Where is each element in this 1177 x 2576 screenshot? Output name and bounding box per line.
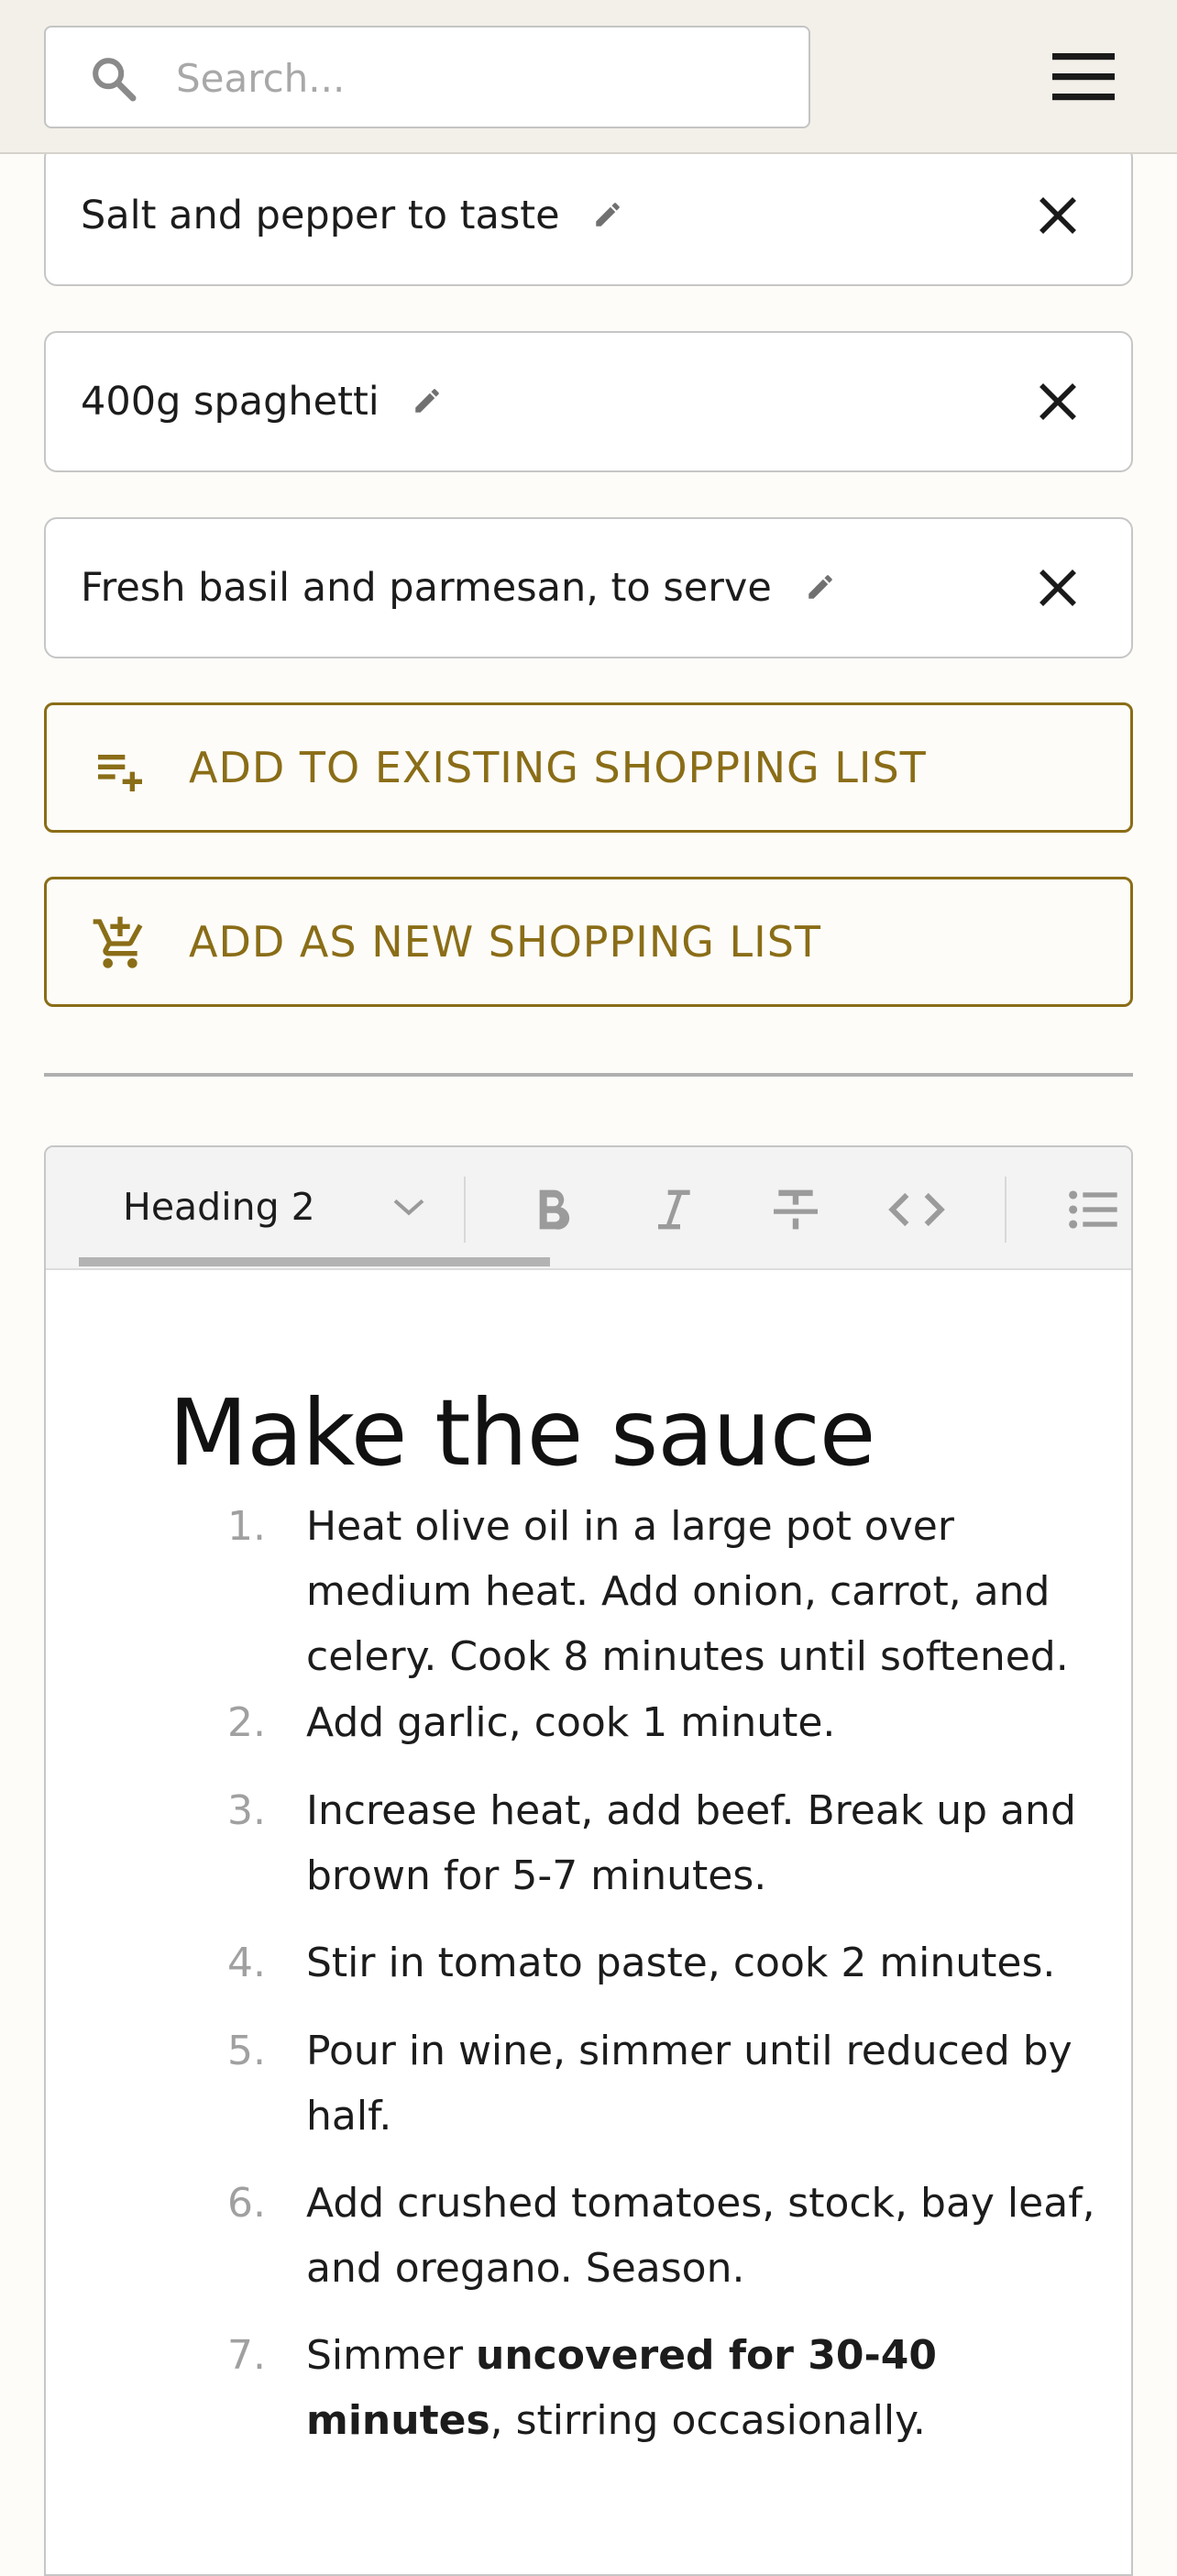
block-select-underline	[79, 1257, 550, 1266]
remove-ingredient-close-icon[interactable]	[1036, 193, 1080, 238]
add-to-existing-shopping-list-button[interactable]: ADD TO EXISTING SHOPPING LIST	[44, 702, 1133, 833]
bold-icon[interactable]	[522, 1180, 581, 1239]
section-divider	[44, 1073, 1133, 1077]
edit-pencil-icon[interactable]	[805, 571, 836, 603]
ingredient-label[interactable]: Salt and pepper to taste	[81, 147, 623, 284]
ingredient-item[interactable]: 400g spaghetti	[44, 331, 1133, 472]
hamburger-menu-icon[interactable]	[1052, 50, 1115, 105]
remove-ingredient-close-icon[interactable]	[1036, 380, 1080, 424]
strikethrough-icon[interactable]	[766, 1180, 825, 1239]
toolbar-separator	[1005, 1177, 1006, 1243]
ingredient-item[interactable]: Fresh basil and parmesan, to serve	[44, 517, 1133, 658]
code-icon[interactable]	[887, 1180, 946, 1239]
playlist-add-icon	[98, 755, 142, 791]
search-input[interactable]	[176, 46, 781, 110]
top-bar	[0, 0, 1177, 154]
section-heading: Make the sauce	[169, 1379, 875, 1487]
editor-toolbar: Heading 2	[46, 1147, 1131, 1270]
ingredient-item[interactable]: Salt and pepper to taste	[44, 145, 1133, 286]
add-as-new-label: ADD AS NEW SHOPPING LIST	[189, 917, 822, 967]
italic-icon[interactable]	[644, 1180, 702, 1239]
add-as-new-shopping-list-button[interactable]: ADD AS NEW SHOPPING LIST	[44, 877, 1133, 1007]
bullet-list-icon[interactable]	[1063, 1180, 1122, 1239]
rich-text-editor[interactable]: Heading 2 Make the sauce 1. Heat olive o…	[44, 1145, 1133, 2576]
edit-pencil-icon[interactable]	[412, 385, 443, 416]
add-shopping-cart-icon	[93, 916, 143, 968]
search-icon	[93, 58, 137, 102]
editor-content[interactable]: Make the sauce 1. Heat olive oil in a la…	[169, 1378, 1095, 2444]
edit-pencil-icon[interactable]	[592, 199, 623, 230]
ingredient-label[interactable]: 400g spaghetti	[81, 333, 443, 470]
add-to-existing-label: ADD TO EXISTING SHOPPING LIST	[189, 743, 927, 792]
ingredient-label[interactable]: Fresh basil and parmesan, to serve	[81, 519, 836, 657]
block-type-value: Heading 2	[123, 1185, 315, 1229]
remove-ingredient-close-icon[interactable]	[1036, 566, 1080, 610]
toolbar-separator	[464, 1177, 466, 1243]
chevron-down-icon	[393, 1199, 424, 1216]
search-box[interactable]	[44, 26, 810, 128]
block-type-select[interactable]: Heading 2	[79, 1166, 446, 1248]
